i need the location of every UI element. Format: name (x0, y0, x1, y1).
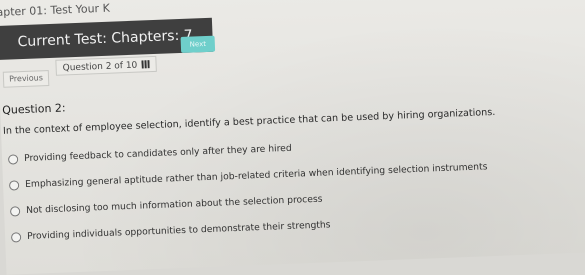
tab-title: apter 01: Test Your K (0, 1, 111, 19)
question-indicator: Question 2 of 10 (62, 60, 138, 74)
answer-option-4[interactable]: Providing individuals opportunities to d… (10, 219, 331, 243)
radio-button[interactable] (8, 179, 20, 191)
radio-button[interactable] (7, 153, 19, 165)
option-label: Providing feedback to candidates only af… (23, 142, 292, 165)
radio-button[interactable] (10, 231, 22, 243)
answer-option-3[interactable]: Not disclosing too much information abou… (9, 193, 323, 217)
test-page: apter 01: Test Your K Current Test: Chap… (0, 0, 585, 275)
option-label: Emphasizing general aptitude rather than… (24, 161, 488, 191)
next-button[interactable]: Next (180, 35, 216, 53)
previous-button[interactable]: Previous (2, 70, 50, 88)
answer-option-1[interactable]: Providing feedback to candidates only af… (7, 142, 292, 165)
option-label: Not disclosing too much information abou… (25, 193, 323, 216)
question-navigator[interactable]: Question 2 of 10 (55, 55, 157, 76)
grid-icon[interactable] (141, 60, 150, 69)
answer-option-2[interactable]: Emphasizing general aptitude rather than… (8, 161, 488, 191)
question-text: In the context of employee selection, id… (2, 106, 496, 137)
question-label: Question 2: (1, 101, 66, 117)
radio-button[interactable] (9, 205, 21, 217)
option-label: Providing individuals opportunities to d… (26, 219, 331, 242)
